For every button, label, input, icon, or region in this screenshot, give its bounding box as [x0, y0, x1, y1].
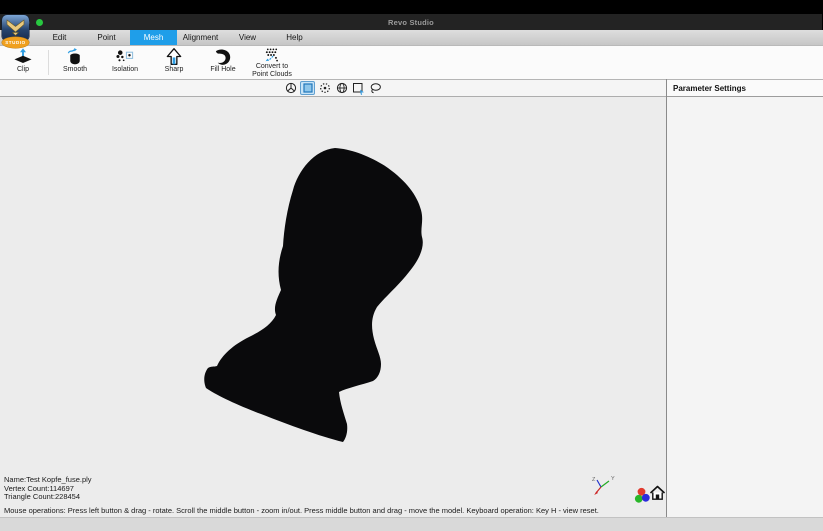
convert-to-point-clouds-icon [261, 47, 283, 63]
isolation-icon [114, 47, 136, 66]
viewport-column: Name:Test Kopfe_fuse.ply Vertex Count:11… [0, 79, 666, 517]
tool-label: Smooth [63, 66, 87, 74]
triangle-count-text: Triangle Count:228454 [4, 493, 92, 501]
zoom-window-button[interactable] [36, 19, 43, 26]
model-info-block: Name:Test Kopfe_fuse.ply Vertex Count:11… [4, 476, 92, 501]
viewport-toolbar [0, 79, 666, 97]
desktop-black-strip [0, 0, 823, 14]
orbit-rotate-icon[interactable] [283, 81, 298, 95]
mesh-toolbar: Clip Smooth [0, 46, 823, 79]
tool-label: Isolation [112, 66, 138, 74]
tool-label-line1: Convert to [256, 63, 288, 71]
status-bar-text: Mouse operations: Press left button & dr… [4, 506, 599, 515]
globe-grid-icon[interactable] [334, 81, 349, 95]
tool-label: Clip [17, 66, 29, 74]
tab-edit[interactable]: Edit [36, 30, 83, 45]
point-display-icon[interactable] [317, 81, 332, 95]
mesh-model-silhouette[interactable] [0, 97, 666, 517]
tab-view[interactable]: View [224, 30, 271, 45]
panel-header: Parameter Settings [667, 79, 823, 97]
panel-body [667, 97, 823, 517]
panel-title: Parameter Settings [673, 84, 746, 93]
content-area: Name:Test Kopfe_fuse.ply Vertex Count:11… [0, 79, 823, 517]
lasso-select-icon[interactable] [368, 81, 383, 95]
tab-help[interactable]: Help [271, 30, 318, 45]
clip-plane-icon [12, 47, 34, 66]
home-view-reset-icon[interactable] [649, 485, 666, 506]
logo-studio-banner: STUDIO [2, 37, 29, 48]
app-window: Revo Studio Edit Point Mesh Alignment Vi… [0, 0, 823, 531]
convert-to-point-clouds-button[interactable]: Convert to Point Clouds [242, 47, 302, 78]
fill-hole-icon [212, 47, 234, 66]
tab-alignment[interactable]: Alignment [177, 30, 224, 45]
axis-z-label: Z [592, 477, 596, 483]
rectangle-select-icon[interactable] [351, 81, 366, 95]
axis-y-label: Y [611, 476, 615, 482]
sharp-icon [163, 47, 185, 66]
menu-tab-bar: Edit Point Mesh Alignment View Help [0, 30, 823, 46]
tab-point[interactable]: Point [83, 30, 130, 45]
pan-view-icon[interactable] [300, 81, 315, 95]
tool-label: Fill Hole [210, 66, 235, 74]
smooth-icon [64, 47, 86, 66]
window-title: Revo Studio [388, 18, 434, 27]
model-viewport[interactable]: Name:Test Kopfe_fuse.ply Vertex Count:11… [0, 97, 666, 517]
parameter-settings-panel: Parameter Settings [666, 79, 823, 517]
bottom-gray-strip [0, 517, 823, 531]
tool-label-line2: Point Clouds [252, 71, 292, 79]
tab-mesh[interactable]: Mesh [130, 30, 177, 45]
tool-label: Sharp [165, 66, 184, 74]
revo-studio-logo: STUDIO [2, 15, 29, 48]
titlebar: Revo Studio [0, 14, 823, 30]
axis-orientation-gizmo: Z Y [591, 474, 617, 503]
logo-text: STUDIO [5, 40, 26, 45]
